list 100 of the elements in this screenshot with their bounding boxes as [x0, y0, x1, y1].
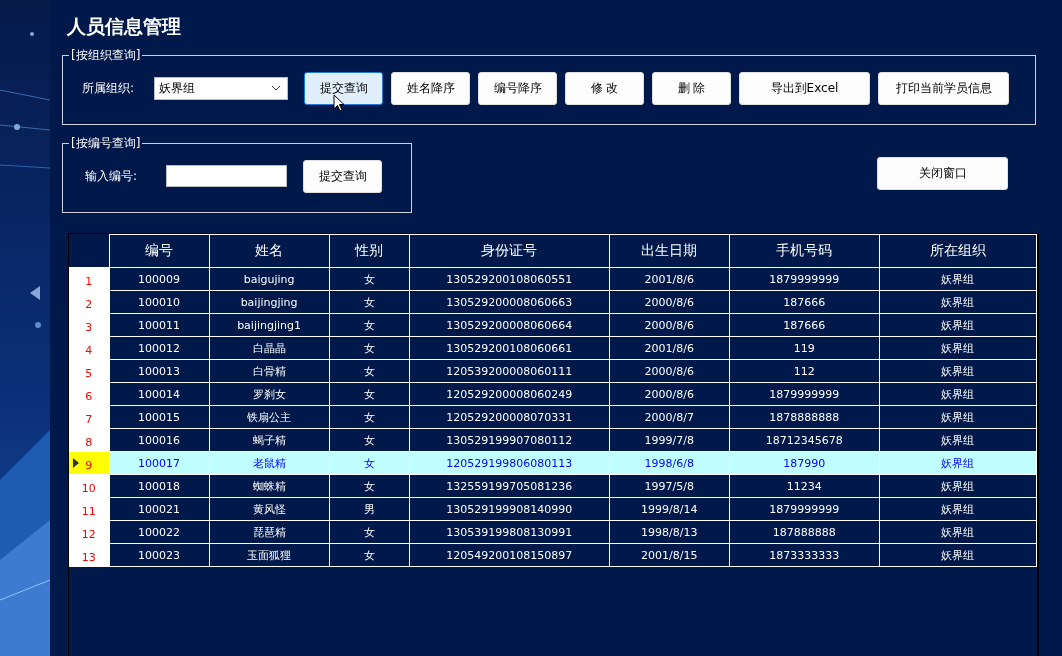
- row-header-cell[interactable]: 8: [69, 428, 109, 452]
- table-cell: baijingjing: [209, 290, 330, 314]
- row-header-cell[interactable]: 4: [69, 336, 109, 360]
- row-number: 9: [85, 458, 93, 472]
- table-cell: 妖界组: [879, 474, 1037, 498]
- table-cell: 蜘蛛精: [209, 474, 330, 498]
- table-cell: 白晶晶: [209, 336, 330, 360]
- row-number: 7: [85, 412, 93, 426]
- table-cell: 罗刹女: [209, 382, 330, 406]
- table-cell: 2001/8/6: [609, 267, 730, 291]
- row-number: 8: [85, 435, 93, 449]
- row-number: 2: [85, 297, 93, 311]
- table-cell: 妖界组: [879, 290, 1037, 314]
- row-header-cell[interactable]: 12: [69, 520, 109, 544]
- action-button[interactable]: 导出到Excel: [739, 71, 870, 105]
- page-title: 人员信息管理: [67, 14, 182, 39]
- table-cell: 187990: [729, 451, 880, 475]
- cursor-icon: [333, 93, 345, 112]
- action-button[interactable]: 删 除: [652, 71, 731, 105]
- table-cell: 112: [729, 359, 880, 383]
- table-cell: 妖界组: [879, 405, 1037, 429]
- row-header-cell[interactable]: 7: [69, 405, 109, 429]
- table-cell: 玉面狐狸: [209, 543, 330, 567]
- group-legend: [按组织查询]: [69, 47, 143, 64]
- row-header-cell[interactable]: 9: [69, 451, 109, 475]
- id-input-field[interactable]: [166, 165, 287, 187]
- row-header-cell[interactable]: 2: [69, 290, 109, 314]
- column-header: 出生日期: [609, 234, 730, 268]
- table-cell: 妖界组: [879, 451, 1037, 475]
- row-number: 3: [85, 320, 93, 334]
- table-cell: 妖界组: [879, 428, 1037, 452]
- table-cell: 18712345678: [729, 428, 880, 452]
- table-cell: 2000/8/6: [609, 290, 730, 314]
- row-header-cell[interactable]: 10: [69, 474, 109, 498]
- table-cell: 2000/8/6: [609, 359, 730, 383]
- table-cell: 11234: [729, 474, 880, 498]
- row-header-cell[interactable]: 6: [69, 382, 109, 406]
- table-cell: 132559199705081236: [409, 474, 610, 498]
- table-cell: 187888888: [729, 520, 880, 544]
- table-cell: 妖界组: [879, 313, 1037, 337]
- row-number: 5: [85, 366, 93, 380]
- table-cell: 2001/8/6: [609, 336, 730, 360]
- table-cell: 2000/8/7: [609, 405, 730, 429]
- table-cell: 119: [729, 336, 880, 360]
- table-cell: 1873333333: [729, 543, 880, 567]
- table-cell: 120529200008070331: [409, 405, 610, 429]
- submit-button[interactable]: 提交查询: [303, 159, 382, 193]
- action-button[interactable]: 修 改: [565, 71, 644, 105]
- close-button[interactable]: 关闭窗口: [877, 156, 1008, 190]
- table-cell: 187666: [729, 290, 880, 314]
- table-cell: 130529200008060663: [409, 290, 610, 314]
- table-cell: 铁扇公主: [209, 405, 330, 429]
- row-number: 10: [81, 481, 96, 495]
- table-cell: 1999/7/8: [609, 428, 730, 452]
- column-header: 编号: [109, 234, 210, 268]
- row-header-cell[interactable]: 5: [69, 359, 109, 383]
- table-cell: 1997/5/8: [609, 474, 730, 498]
- table-cell: 2001/8/15: [609, 543, 730, 567]
- table-cell: 1879999999: [729, 382, 880, 406]
- table-cell: 黄风怪: [209, 497, 330, 521]
- column-header: 手机号码: [729, 234, 880, 268]
- table-cell: 130529200108060551: [409, 267, 610, 291]
- table-cell: 1998/8/13: [609, 520, 730, 544]
- column-header: 身份证号: [409, 234, 610, 268]
- table-cell: 130539199808130991: [409, 520, 610, 544]
- table-cell: 2000/8/6: [609, 313, 730, 337]
- row-number: 11: [81, 504, 96, 518]
- table-cell: 120549200108150897: [409, 543, 610, 567]
- table-cell: 老鼠精: [209, 451, 330, 475]
- table-cell: 1878888888: [729, 405, 880, 429]
- table-cell: 130529200008060664: [409, 313, 610, 337]
- row-header-cell[interactable]: 11: [69, 497, 109, 521]
- table-cell: 1998/6/8: [609, 451, 730, 475]
- row-header-cell[interactable]: 3: [69, 313, 109, 337]
- action-button[interactable]: 编号降序: [478, 71, 557, 105]
- table-cell: 妖界组: [879, 336, 1037, 360]
- table-cell: baijingjing1: [209, 313, 330, 337]
- table-cell: 120529200008060249: [409, 382, 610, 406]
- table-cell: 1879999999: [729, 497, 880, 521]
- column-header: 所在组织: [879, 234, 1037, 268]
- row-number: 1: [85, 274, 93, 288]
- table-cell: 130529199907080112: [409, 428, 610, 452]
- group-legend: [按编号查询]: [69, 135, 143, 152]
- table-cell: 120539200008060111: [409, 359, 610, 383]
- row-number: 6: [85, 389, 93, 403]
- table-cell: 蝎子精: [209, 428, 330, 452]
- table-cell: 妖界组: [879, 520, 1037, 544]
- caret-icon: [271, 85, 281, 91]
- action-button[interactable]: 打印当前学员信息: [878, 71, 1009, 105]
- table-cell: 妖界组: [879, 543, 1037, 567]
- table-cell: 1879999999: [729, 267, 880, 291]
- row-number: 13: [81, 550, 96, 564]
- row-header-cell[interactable]: 13: [69, 543, 109, 567]
- action-button[interactable]: 姓名降序: [391, 71, 470, 105]
- table-cell: 琵琶精: [209, 520, 330, 544]
- row-header-cell[interactable]: 1: [69, 267, 109, 291]
- organization-select[interactable]: 妖界组: [154, 76, 288, 100]
- column-header: 姓名: [209, 234, 330, 268]
- field-label: 输入编号:: [85, 167, 139, 185]
- current-row-icon: [73, 458, 79, 468]
